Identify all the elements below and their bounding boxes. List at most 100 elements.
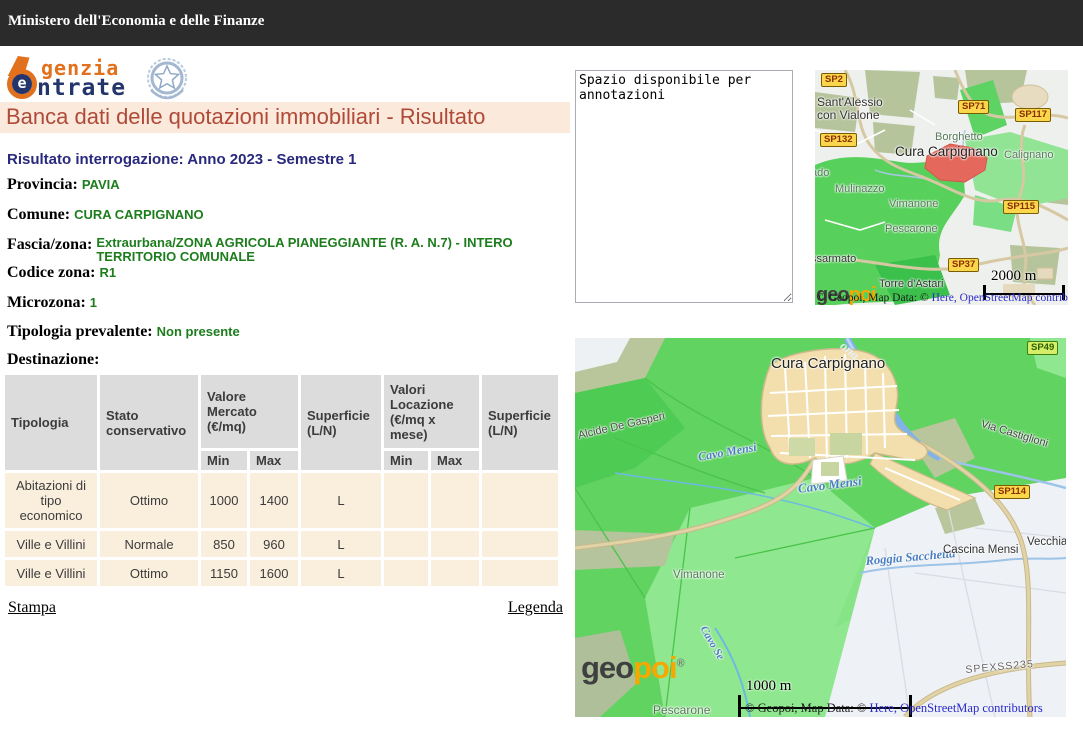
codice-zona-value: R1 bbox=[95, 265, 116, 280]
annotations-textarea[interactable]: Spazio disponibile per annotazioni bbox=[575, 70, 793, 303]
road-badge-sp71: SP71 bbox=[958, 100, 989, 114]
cell-vl-max bbox=[431, 531, 479, 557]
cell-vl-min bbox=[384, 560, 428, 586]
field-microzona: Microzona:1 bbox=[7, 294, 97, 312]
road-badge-sp49: SP49 bbox=[1027, 341, 1058, 355]
scale-label: 2000 m bbox=[983, 268, 1065, 285]
map-label-borghetto: Borghetto bbox=[935, 131, 983, 143]
provincia-label: Provincia: bbox=[7, 176, 78, 193]
cell-sup1: L bbox=[301, 531, 381, 557]
cell-vm-max: 1400 bbox=[250, 473, 298, 528]
cell-tipologia: Abitazioni di tipo economico bbox=[5, 473, 97, 528]
road-badge-sp115: SP115 bbox=[1003, 200, 1039, 214]
road-badge-sp117: SP117 bbox=[1015, 108, 1051, 122]
field-destinazione: Destinazione: bbox=[7, 351, 99, 369]
col-header-max-1: Max bbox=[250, 451, 298, 470]
field-fascia-zona: Fascia/zona:Extraurbana/ZONA AGRICOLA PI… bbox=[7, 236, 564, 264]
map-copyright: © Geopoi, Map Data: © Here, OpenStreetMa… bbox=[817, 292, 1068, 304]
col-header-superficie-1: Superficie (L/N) bbox=[301, 375, 381, 470]
detail-map[interactable]: SP49 SP114 Cura Carpignano ona Via Casti… bbox=[575, 338, 1066, 717]
road-badge-sp114: SP114 bbox=[994, 485, 1030, 499]
osm-link[interactable]: OpenStreetMap contributors bbox=[897, 701, 1043, 715]
result-panel: Risultato interrogazione: Anno 2023 - Se… bbox=[5, 143, 567, 737]
copyright-prefix: © Geopoi, Map Data: © bbox=[817, 292, 932, 304]
map-label-vimanone: Vimanone bbox=[673, 569, 725, 581]
agenzia-entrate-logo[interactable]: e genzia ntrate bbox=[5, 56, 205, 101]
fascia-zona-label: Fascia/zona: bbox=[7, 236, 92, 253]
cell-sup2 bbox=[482, 560, 558, 586]
cell-tipologia: Ville e Villini bbox=[5, 560, 97, 586]
map-label-vecchia: Vecchia bbox=[1027, 536, 1066, 548]
cell-vl-min bbox=[384, 473, 428, 528]
cell-vm-min: 1150 bbox=[201, 560, 247, 586]
scale-label: 1000 m bbox=[738, 678, 912, 695]
col-header-max-2: Max bbox=[431, 451, 479, 470]
cell-vl-max bbox=[431, 560, 479, 586]
col-header-min-1: Min bbox=[201, 451, 247, 470]
col-header-valori-locazione: Valori Locazione (€/mq x mese) bbox=[384, 375, 479, 448]
stampa-link[interactable]: Stampa bbox=[8, 599, 56, 617]
provincia-value: PAVIA bbox=[78, 177, 120, 192]
cell-sup2 bbox=[482, 531, 558, 557]
here-link[interactable]: Here, bbox=[870, 701, 897, 715]
tipologia-prevalente-label: Tipologia prevalente: bbox=[7, 323, 153, 340]
map-label-santalessio: Sant'Alessio con Vialone bbox=[817, 96, 897, 122]
map-label-ssarmato: ssarmato bbox=[815, 253, 856, 265]
road-badge-sp2: SP2 bbox=[821, 73, 847, 87]
map-label-cura-carpignano: Cura Carpignano bbox=[895, 144, 998, 159]
field-tipologia-prevalente: Tipologia prevalente:Non presente bbox=[7, 323, 240, 341]
microzona-value: 1 bbox=[86, 295, 97, 310]
map-copyright: © Geopoi, Map Data: © Here, OpenStreetMa… bbox=[745, 701, 1043, 716]
col-header-tipologia: Tipologia bbox=[5, 375, 97, 470]
fascia-zona-value: Extraurbana/ZONA AGRICOLA PIANEGGIANTE (… bbox=[92, 236, 564, 264]
cell-vm-min: 1000 bbox=[201, 473, 247, 528]
col-header-stato: Stato conservativo bbox=[100, 375, 198, 470]
cell-vm-max: 1600 bbox=[250, 560, 298, 586]
cell-vl-min bbox=[384, 531, 428, 557]
field-provincia: Provincia:PAVIA bbox=[7, 176, 120, 194]
col-header-superficie-2: Superficie (L/N) bbox=[482, 375, 558, 470]
comune-label: Comune: bbox=[7, 206, 70, 223]
here-link[interactable]: Here, bbox=[932, 292, 957, 304]
copyright-prefix: © Geopoi, Map Data: © bbox=[745, 701, 870, 715]
cell-vm-max: 960 bbox=[250, 531, 298, 557]
map-label-pescarone: Pescarone bbox=[885, 223, 938, 235]
cell-stato: Ottimo bbox=[100, 560, 198, 586]
table-row: Ville e Villini Normale 850 960 L bbox=[5, 531, 558, 557]
map-label-pescarone: Pescarone bbox=[653, 703, 710, 717]
cell-vm-min: 850 bbox=[201, 531, 247, 557]
logo-word-ntrate: ntrate bbox=[37, 75, 126, 101]
italy-emblem-icon bbox=[145, 56, 189, 101]
legenda-link[interactable]: Legenda bbox=[508, 599, 563, 617]
table-row: Abitazioni di tipo economico Ottimo 1000… bbox=[5, 473, 558, 528]
query-result-title: Risultato interrogazione: Anno 2023 - Se… bbox=[7, 151, 357, 168]
field-codice-zona: Codice zona:R1 bbox=[7, 264, 116, 282]
codice-zona-label: Codice zona: bbox=[7, 264, 95, 281]
microzona-label: Microzona: bbox=[7, 294, 86, 311]
tipologia-prevalente-value: Non presente bbox=[153, 324, 240, 339]
comune-value: CURA CARPIGNANO bbox=[70, 207, 204, 222]
osm-link[interactable]: OpenStreetMap contributor bbox=[957, 292, 1068, 304]
cell-sup2 bbox=[482, 473, 558, 528]
table-row: Ville e Villini Ottimo 1150 1600 L bbox=[5, 560, 558, 586]
overview-map[interactable]: SP2 SP71 SP117 SP132 SP115 SP37 Sant'Ale… bbox=[815, 70, 1068, 305]
map-label-cura-carpignano: Cura Carpignano bbox=[771, 355, 885, 372]
col-header-valore-mercato: Valore Mercato (€/mq) bbox=[201, 375, 298, 448]
col-header-min-2: Min bbox=[384, 451, 428, 470]
cell-stato: Normale bbox=[100, 531, 198, 557]
page-banner: Banca dati delle quotazioni immobiliari … bbox=[0, 102, 570, 133]
logo-e-circle-icon: e bbox=[12, 74, 32, 94]
map-label-cascina-mensi: Cascina Mensi bbox=[943, 544, 1018, 556]
map-label-torre-dastari: Torre d'Astari bbox=[879, 278, 943, 290]
page-title: Banca dati delle quotazioni immobiliari … bbox=[0, 102, 570, 130]
road-badge-sp132: SP132 bbox=[820, 133, 857, 147]
map-label-mulinazzo: Mulinazzo bbox=[835, 183, 885, 195]
map-label-ado: ado bbox=[815, 167, 829, 179]
map-label-calignano: Calignano bbox=[1004, 149, 1054, 161]
cell-tipologia: Ville e Villini bbox=[5, 531, 97, 557]
road-badge-sp37: SP37 bbox=[948, 258, 979, 272]
agenzia-entrate-logo-mark: e genzia ntrate bbox=[5, 56, 205, 101]
geopoi-logo: geopoi® bbox=[581, 650, 685, 686]
cell-vl-max bbox=[431, 473, 479, 528]
quotations-table: Tipologia Stato conservativo Valore Merc… bbox=[2, 372, 561, 589]
